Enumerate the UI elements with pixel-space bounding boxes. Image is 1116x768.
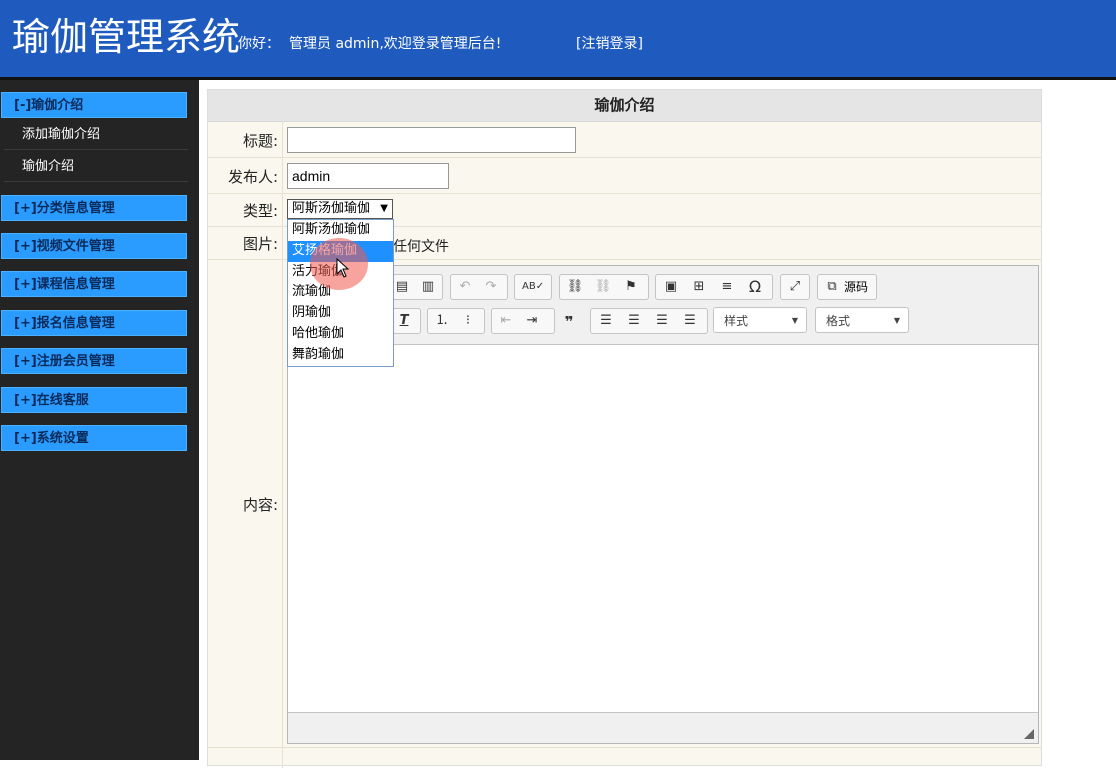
source-icon[interactable]: ⧉ — [822, 277, 842, 297]
image-label: 图片: — [208, 227, 283, 259]
editor-statusbar — [288, 712, 1038, 743]
title-label: 标题: — [208, 122, 283, 157]
table-icon[interactable]: ⊞ — [689, 277, 709, 297]
bullet-list-icon[interactable]: ⁝ — [458, 311, 478, 331]
editor-toolbar: ▤ ▥ ↶ ↷ AB✓ ⛓ ⛓ ⚑ ▣ ⊞ ≡ Ω ⤢ ⧉ 源码 T ⒈ ⁝ ⇤… — [288, 266, 1038, 345]
blockquote-icon[interactable]: ❞ — [559, 312, 579, 332]
editor-content-area[interactable] — [288, 345, 1038, 710]
rich-text-editor: ▤ ▥ ↶ ↷ AB✓ ⛓ ⛓ ⚑ ▣ ⊞ ≡ Ω ⤢ ⧉ 源码 T ⒈ ⁝ ⇤… — [287, 265, 1039, 744]
undo-group: ↶ ↷ — [450, 274, 508, 300]
menu-category[interactable]: [+]分类信息管理 — [1, 195, 187, 221]
chevron-down-icon: ▼ — [893, 316, 900, 325]
style-combo[interactable]: 样式 ▼ — [713, 307, 807, 333]
logout-link[interactable]: [注销登录] — [576, 33, 643, 53]
align-justify-icon[interactable]: ☰ — [680, 311, 700, 331]
indent-group: ⇤ ⇥ — [491, 308, 555, 334]
special-char-icon[interactable]: Ω — [745, 277, 765, 297]
unlink-icon[interactable]: ⛓ — [593, 277, 613, 297]
paste-text-icon[interactable]: ▤ — [392, 277, 412, 297]
align-center-icon[interactable]: ☰ — [624, 311, 644, 331]
row-publisher: 发布人: — [208, 158, 1041, 194]
chevron-down-icon: ▼ — [380, 203, 388, 214]
anchor-flag-icon[interactable]: ⚑ — [621, 277, 641, 297]
type-option[interactable]: 舞韵瑜伽 — [288, 345, 393, 366]
numbered-list-icon[interactable]: ⒈ — [432, 311, 452, 331]
align-group: ☰ ☰ ☰ ☰ — [590, 308, 708, 334]
image-icon[interactable]: ▣ — [661, 277, 681, 297]
source-button[interactable]: 源码 — [844, 278, 868, 296]
horizontal-line-icon[interactable]: ≡ — [717, 277, 737, 297]
format-combo[interactable]: 格式 ▼ — [815, 307, 909, 333]
style-combo-label: 样式 — [724, 314, 749, 328]
greeting-text: 你好： — [238, 36, 280, 52]
maximize-group: ⤢ — [780, 274, 810, 300]
align-left-icon[interactable]: ☰ — [596, 311, 616, 331]
type-select-value: 阿斯汤伽瑜伽 — [292, 201, 371, 216]
title-input[interactable] — [287, 127, 576, 153]
redo-icon[interactable]: ↷ — [481, 277, 501, 297]
spellcheck-group: AB✓ — [514, 274, 552, 300]
format-combo-label: 格式 — [826, 314, 851, 328]
footer-label-cell — [208, 748, 283, 768]
list-group: ⒈ ⁝ — [427, 308, 485, 334]
app-header: 瑜伽管理系统 你好： 管理员 admin,欢迎登录管理后台! [注销登录] — [0, 0, 1116, 80]
outdent-icon[interactable]: ⇤ — [496, 311, 516, 331]
menu-item-add-yoga-intro[interactable]: 添加瑜伽介绍 — [4, 120, 188, 150]
app-title: 瑜伽管理系统 — [12, 15, 241, 59]
insert-group: ▣ ⊞ ≡ Ω — [655, 274, 773, 300]
sidebar: [-]瑜伽介绍 添加瑜伽介绍 瑜伽介绍 [+]分类信息管理 [+]视频文件管理 … — [0, 80, 199, 760]
yoga-intro-form: 瑜伽介绍 标题: 发布人: 类型: 阿斯汤伽瑜伽 ▼ 图片: 择任何文件 内容: — [207, 89, 1042, 768]
type-select[interactable]: 阿斯汤伽瑜伽 ▼ — [287, 199, 393, 219]
welcome-text: 管理员 admin,欢迎登录管理后台! — [289, 36, 502, 52]
publisher-label: 发布人: — [208, 158, 283, 193]
paste-word-icon[interactable]: ▥ — [418, 277, 438, 297]
row-footer — [208, 748, 1041, 768]
menu-video[interactable]: [+]视频文件管理 — [1, 233, 187, 259]
row-title: 标题: — [208, 122, 1041, 158]
form-title: 瑜伽介绍 — [208, 90, 1041, 122]
link-icon[interactable]: ⛓ — [565, 277, 585, 297]
source-group: ⧉ 源码 — [817, 274, 877, 300]
undo-icon[interactable]: ↶ — [455, 277, 475, 297]
menu-system-settings[interactable]: [+]系统设置 — [1, 425, 187, 451]
menu-yoga-intro[interactable]: [-]瑜伽介绍 — [1, 92, 187, 118]
content-label: 内容: — [208, 260, 283, 747]
type-label: 类型: — [208, 194, 283, 226]
spellcheck-icon[interactable]: AB✓ — [522, 277, 544, 297]
type-option[interactable]: 哈他瑜伽 — [288, 324, 393, 345]
chevron-down-icon: ▼ — [791, 316, 798, 325]
publisher-input[interactable] — [287, 163, 449, 189]
menu-online-service[interactable]: [+]在线客服 — [1, 387, 187, 413]
menu-item-yoga-intro[interactable]: 瑜伽介绍 — [4, 152, 188, 182]
resize-handle-icon[interactable] — [1024, 729, 1034, 739]
mouse-pointer-icon — [336, 258, 350, 278]
menu-members[interactable]: [+]注册会员管理 — [1, 348, 187, 374]
indent-icon[interactable]: ⇥ — [522, 311, 542, 331]
remove-format-icon[interactable]: T — [394, 311, 414, 331]
main-content: 瑜伽介绍 标题: 发布人: 类型: 阿斯汤伽瑜伽 ▼ 图片: 择任何文件 内容: — [199, 80, 1116, 768]
maximize-icon[interactable]: ⤢ — [785, 277, 805, 297]
menu-enrollment[interactable]: [+]报名信息管理 — [1, 310, 187, 336]
link-group: ⛓ ⛓ ⚑ — [559, 274, 649, 300]
menu-course[interactable]: [+]课程信息管理 — [1, 271, 187, 297]
align-right-icon[interactable]: ☰ — [652, 311, 672, 331]
type-option[interactable]: 阴瑜伽 — [288, 303, 393, 324]
clipboard-group: ▤ ▥ — [387, 274, 443, 300]
